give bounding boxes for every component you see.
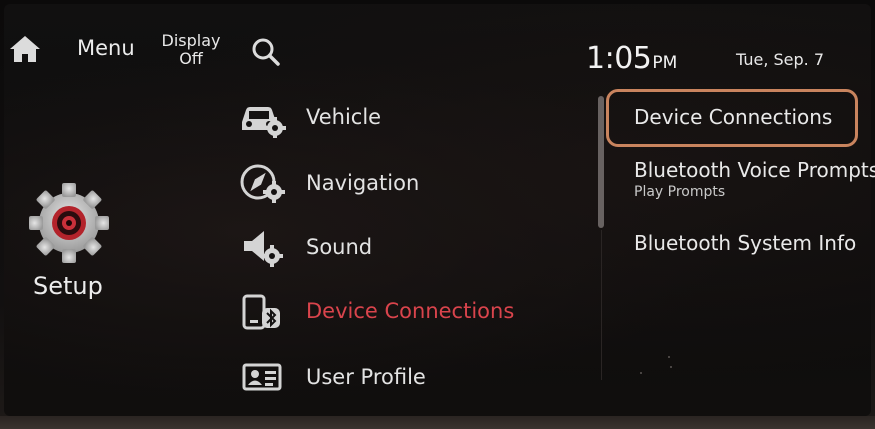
submenu-item-bluetooth-voice-prompts[interactable]: Bluetooth Voice Prompts Play Prompts (634, 158, 875, 200)
scrollbar[interactable] (598, 96, 604, 228)
clock-ampm: PM (652, 53, 678, 73)
menu-item-sound[interactable]: Sound (238, 222, 588, 272)
compass-gear-icon (238, 162, 286, 204)
menu-item-label: User Profile (306, 365, 426, 389)
menu-item-label: Device Connections (306, 299, 515, 323)
screen-speck (670, 366, 672, 368)
home-icon[interactable] (8, 34, 42, 64)
menu-item-navigation[interactable]: Navigation (238, 158, 588, 208)
menu-item-vehicle[interactable]: Vehicle (238, 92, 588, 142)
screen-speck (640, 372, 642, 374)
submenu-item-device-connections[interactable]: Device Connections (634, 105, 832, 129)
clock: 1:05PM (586, 41, 677, 76)
id-card-icon (238, 356, 286, 398)
screen-speck (668, 356, 670, 358)
date-display: Tue, Sep. 7 (736, 50, 825, 69)
setup-label: Setup (33, 272, 103, 300)
car-gear-icon (238, 96, 286, 139)
menu-item-user-profile[interactable]: User Profile (238, 352, 588, 402)
submenu-item-sublabel: Play Prompts (634, 184, 726, 200)
divider (601, 230, 602, 380)
submenu-item-label: Bluetooth System Info (634, 231, 857, 255)
submenu-item-label: Device Connections (634, 105, 833, 129)
menu-item-label: Sound (306, 235, 373, 259)
bottom-frame (0, 416, 875, 429)
display-off-button[interactable]: Display Off (158, 32, 224, 68)
display-off-label-line2: Off (179, 49, 203, 68)
clock-time: 1:05 (586, 41, 652, 76)
display-off-label-line1: Display (161, 31, 221, 50)
menu-item-label: Vehicle (306, 105, 382, 129)
speaker-gear-icon (238, 226, 286, 268)
phone-bluetooth-icon (238, 290, 286, 332)
submenu-item-bluetooth-system-info[interactable]: Bluetooth System Info (634, 231, 856, 255)
submenu-item-label: Bluetooth Voice Prompts (634, 158, 875, 182)
menu-item-label: Navigation (306, 171, 420, 195)
menu-button[interactable]: Menu (77, 36, 135, 60)
search-icon[interactable] (250, 36, 282, 68)
menu-item-device-connections[interactable]: Device Connections (238, 286, 588, 336)
gear-icon (28, 182, 110, 264)
